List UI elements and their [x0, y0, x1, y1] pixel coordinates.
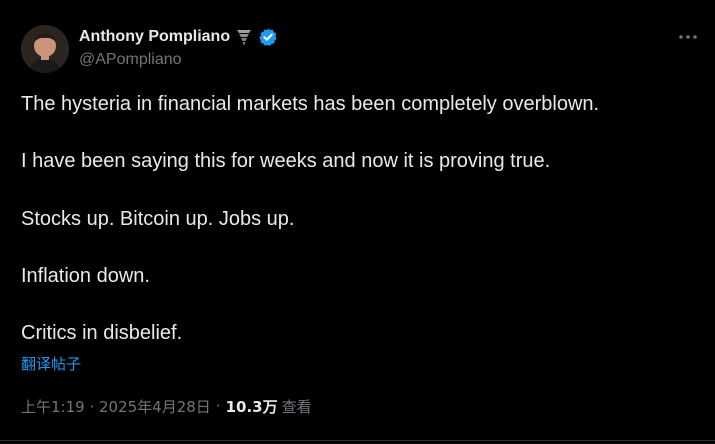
- meta-separator: ·: [215, 397, 221, 415]
- timestamp[interactable]: 上午1:19 · 2025年4月28日: [21, 396, 211, 417]
- tweet-text-line: Critics in disbelief.: [21, 322, 183, 344]
- tweet-card: Anthony Pompliano @APompliano The hyster…: [0, 0, 715, 441]
- divider: [0, 440, 715, 441]
- views-count: 10.3万: [225, 397, 278, 416]
- tweet-text-line: The hysteria in financial markets has be…: [21, 93, 600, 115]
- tweet-meta: 上午1:19 · 2025年4月28日 · 10.3万 查看: [21, 395, 312, 417]
- tweet-text-line: Stocks up. Bitcoin up. Jobs up.: [21, 208, 295, 230]
- author-name[interactable]: Anthony Pompliano: [79, 28, 230, 46]
- tornado-icon: [234, 27, 254, 47]
- verified-badge-icon[interactable]: [258, 27, 278, 47]
- translate-post-link[interactable]: 翻译帖子: [21, 353, 81, 374]
- avatar[interactable]: [21, 25, 69, 73]
- author-name-row: Anthony Pompliano: [79, 26, 278, 48]
- tweet-text-line: I have been saying this for weeks and no…: [21, 150, 551, 172]
- more-horizontal-icon: [679, 35, 697, 39]
- avatar-image: [21, 25, 69, 73]
- views-label: 查看: [281, 397, 312, 416]
- more-options-button[interactable]: [672, 26, 704, 48]
- author-handle[interactable]: @APompliano: [79, 51, 182, 69]
- tweet-text-line: Inflation down.: [21, 265, 150, 287]
